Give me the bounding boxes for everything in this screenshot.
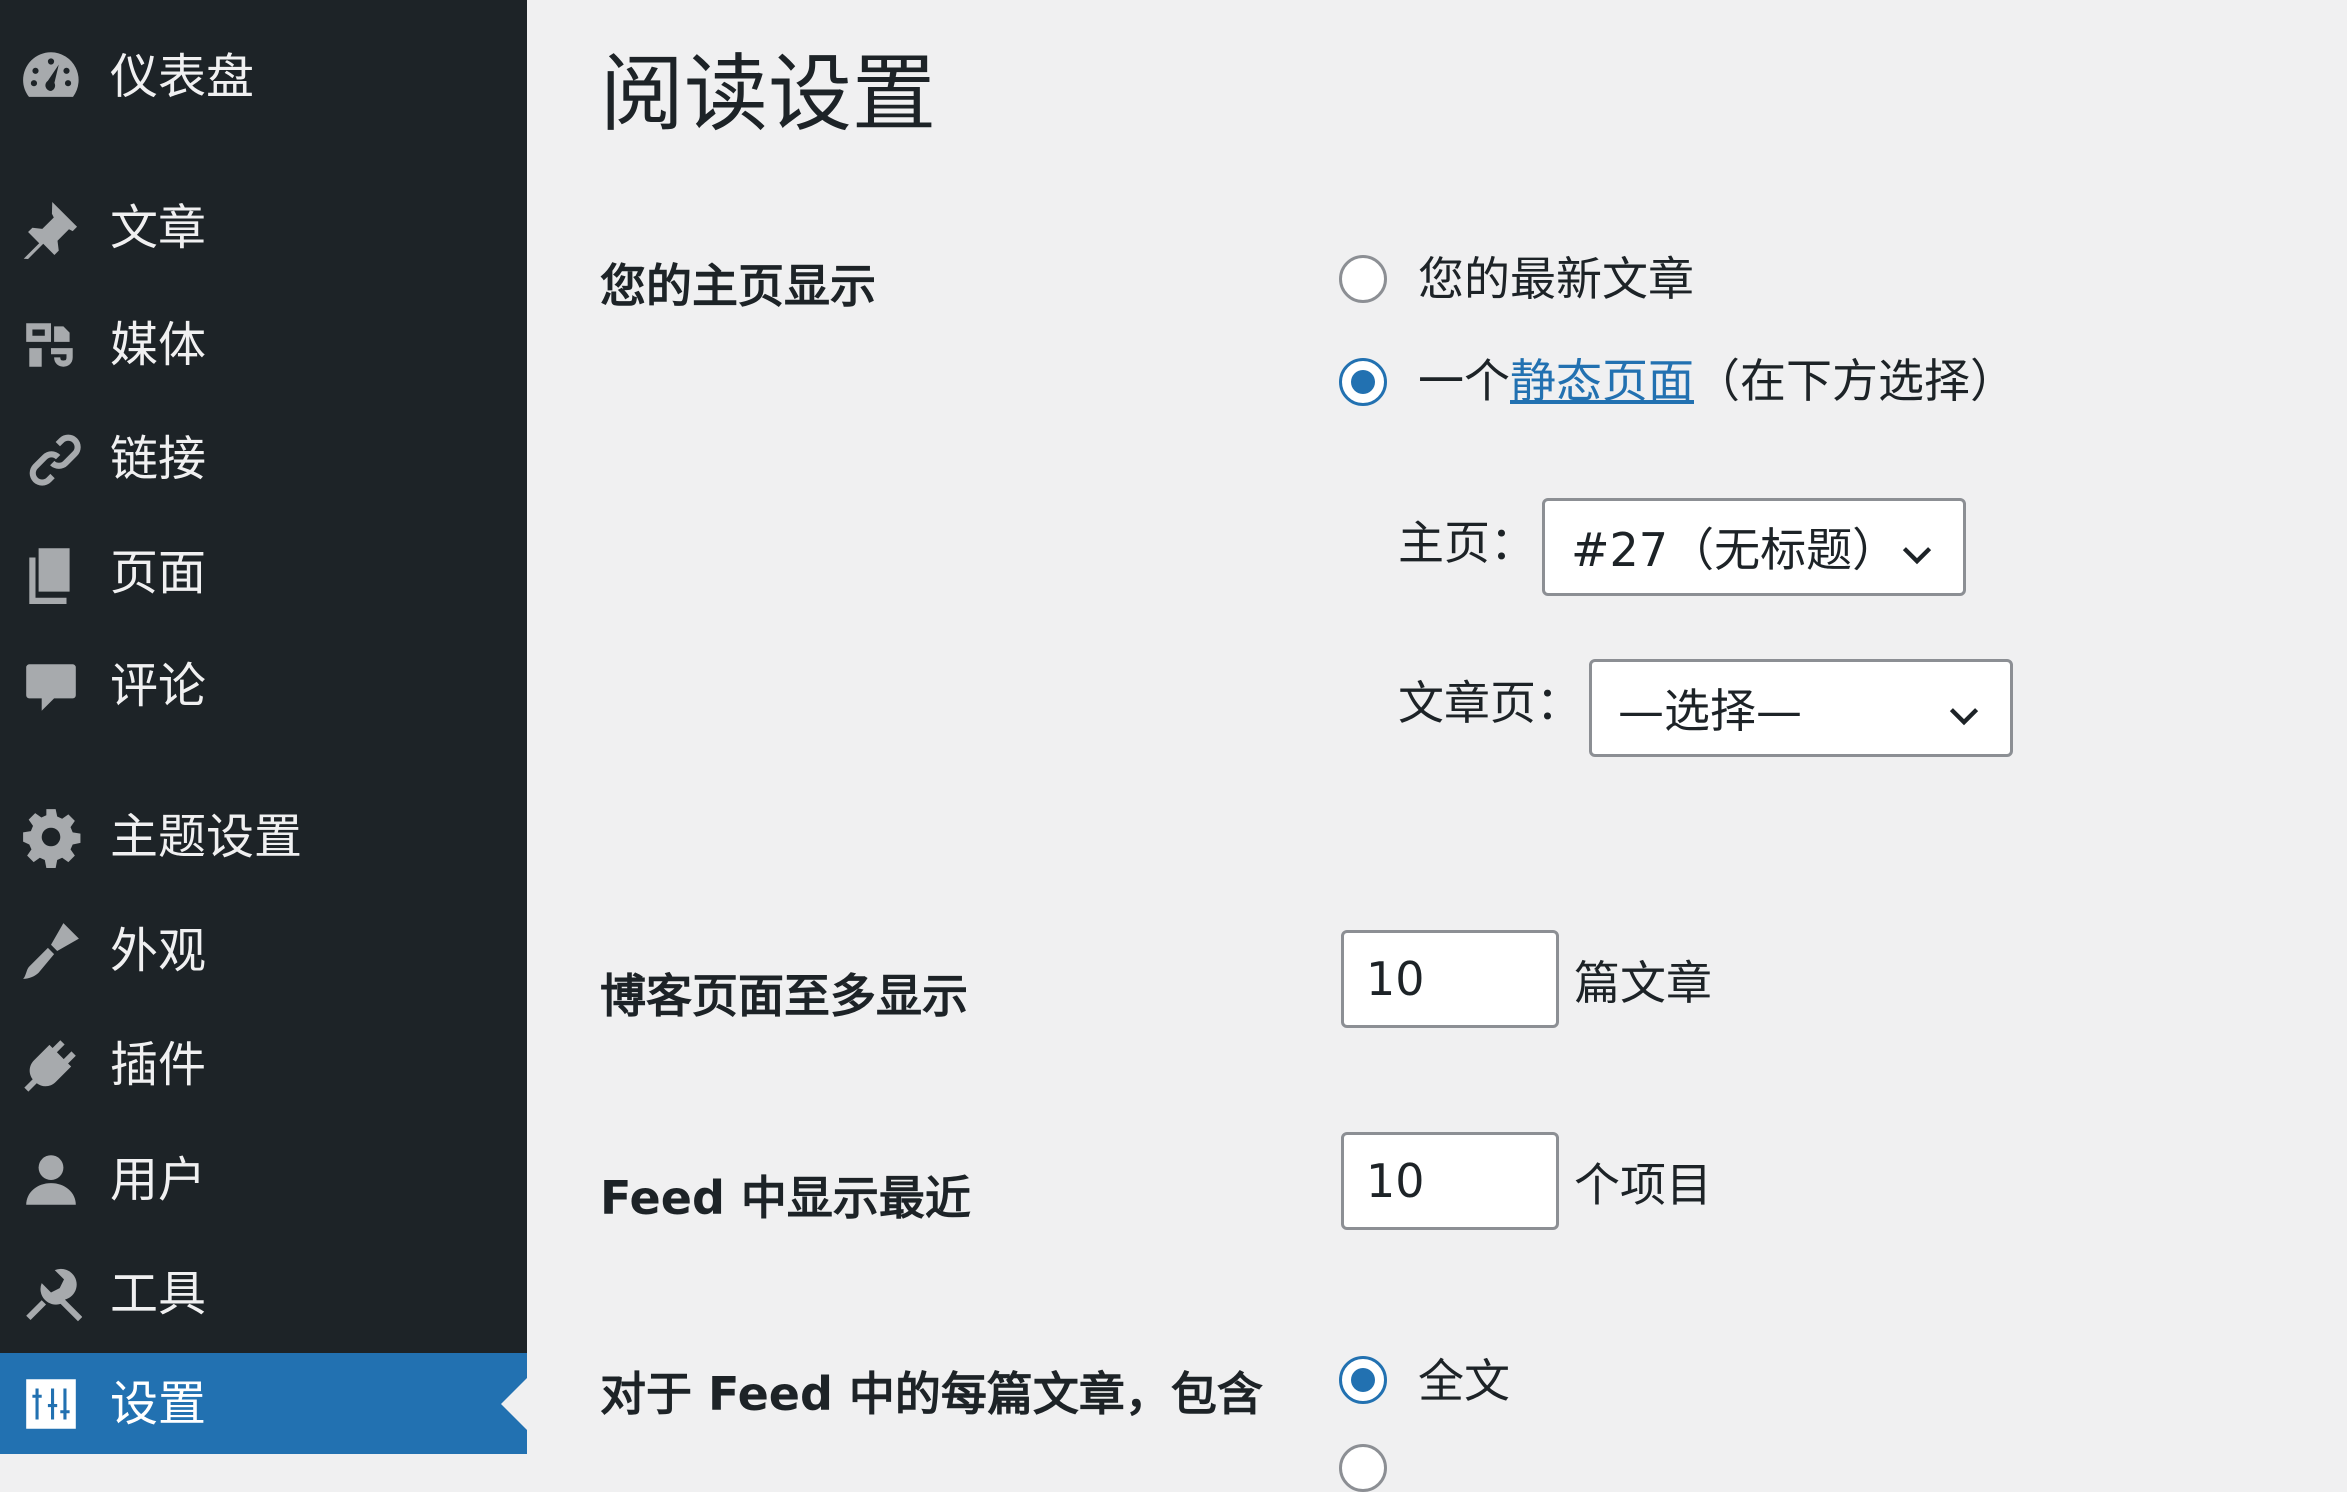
radio-static-page[interactable] xyxy=(1339,358,1387,406)
sidebar-item-links[interactable]: 链接 xyxy=(0,409,527,509)
brush-icon xyxy=(18,918,84,984)
sidebar-item-label: 链接 xyxy=(110,431,207,487)
posts-page-select-value: —选择— xyxy=(1618,684,1802,738)
sidebar-item-appearance[interactable]: 外观 xyxy=(0,901,527,1001)
posts-page-select-label: 文章页： xyxy=(1398,676,1582,730)
radio-full-text[interactable] xyxy=(1339,1356,1387,1404)
sidebar-item-label: 文章 xyxy=(110,200,207,256)
wrench-icon xyxy=(18,1261,84,1327)
sidebar-item-plugins[interactable]: 插件 xyxy=(0,1015,527,1115)
static-page-link[interactable]: 静态页面 xyxy=(1510,354,1694,408)
sidebar-item-label: 设置 xyxy=(110,1375,207,1432)
sidebar-item-media[interactable]: 媒体 xyxy=(0,295,527,395)
link-icon xyxy=(18,426,84,492)
settings-icon xyxy=(18,1371,84,1437)
feed-recent-input[interactable] xyxy=(1341,1132,1559,1230)
feed-include-label: 对于 Feed 中的每篇文章，包含 xyxy=(600,1367,1263,1421)
posts-page-select[interactable]: —选择— xyxy=(1589,659,2013,757)
sidebar-item-label: 工具 xyxy=(110,1266,207,1322)
full-text-label: 全文 xyxy=(1418,1354,1510,1408)
sidebar-item-theme-settings[interactable]: 主题设置 xyxy=(0,787,527,887)
sidebar-item-label: 评论 xyxy=(110,658,207,714)
sidebar-item-label: 媒体 xyxy=(110,317,207,373)
comment-icon xyxy=(18,653,84,719)
radio-excerpt[interactable] xyxy=(1339,1444,1387,1492)
sidebar-item-label: 外观 xyxy=(110,923,207,979)
chevron-down-icon xyxy=(1899,529,1935,565)
sidebar-item-posts[interactable]: 文章 xyxy=(0,178,527,278)
blog-pages-suffix: 篇文章 xyxy=(1574,956,1712,1010)
plugin-icon xyxy=(18,1032,84,1098)
sidebar-item-dashboard[interactable]: 仪表盘 xyxy=(0,27,527,127)
chevron-down-icon xyxy=(1946,690,1982,726)
sidebar-item-settings[interactable]: 设置 xyxy=(0,1353,527,1454)
homepage-select-value: #27（无标题） xyxy=(1571,523,1899,577)
feed-recent-label: Feed 中显示最近 xyxy=(600,1171,971,1225)
sidebar-item-label: 插件 xyxy=(110,1037,207,1093)
sidebar-item-comments[interactable]: 评论 xyxy=(0,636,527,736)
media-icon xyxy=(18,312,84,378)
dashboard-icon xyxy=(18,44,84,110)
sidebar-item-users[interactable]: 用户 xyxy=(0,1130,527,1230)
blog-pages-label: 博客页面至多显示 xyxy=(600,969,968,1023)
homepage-select[interactable]: #27（无标题） xyxy=(1542,498,1966,596)
sidebar-item-label: 用户 xyxy=(110,1152,207,1208)
sidebar-item-pages[interactable]: 页面 xyxy=(0,523,527,623)
page-title: 阅读设置 xyxy=(600,45,937,143)
active-item-pointer xyxy=(501,1377,527,1430)
feed-recent-suffix: 个项目 xyxy=(1574,1158,1712,1212)
sidebar-item-label: 页面 xyxy=(110,545,207,601)
blog-pages-input[interactable] xyxy=(1341,930,1559,1028)
admin-sidebar: 仪表盘 文章 媒体 链接 页面 评论 主题设置 外观 插件 用户 工具 设置 xyxy=(0,0,527,1454)
pages-icon xyxy=(18,540,84,606)
sidebar-item-tools[interactable]: 工具 xyxy=(0,1244,527,1344)
sidebar-item-label: 仪表盘 xyxy=(110,49,255,105)
user-icon xyxy=(18,1147,84,1213)
sidebar-item-label: 主题设置 xyxy=(110,809,303,865)
pin-icon xyxy=(18,195,84,261)
latest-posts-label: 您的最新文章 xyxy=(1418,252,1694,306)
gear-icon xyxy=(18,804,84,870)
homepage-select-label: 主页： xyxy=(1398,516,1536,570)
static-page-label: 一个静态页面（在下方选择） xyxy=(1418,354,2016,408)
homepage-display-label: 您的主页显示 xyxy=(600,259,876,313)
radio-latest-posts[interactable] xyxy=(1339,255,1387,303)
